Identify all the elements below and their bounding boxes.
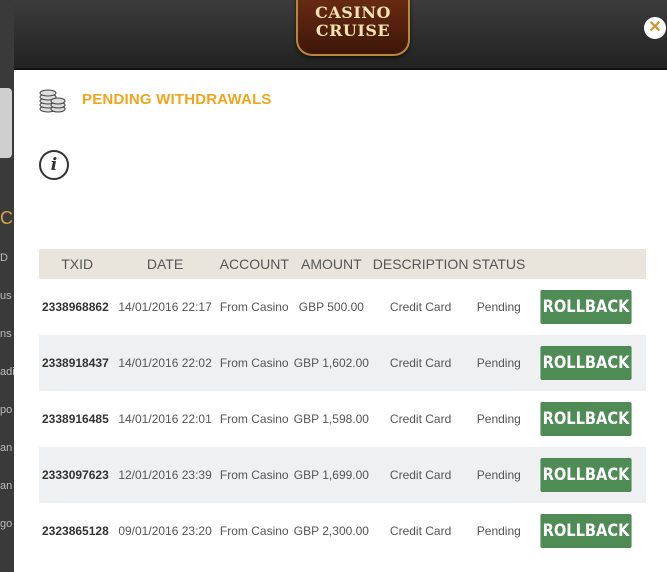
- background-fragment: go: [0, 518, 13, 530]
- withdrawals-modal: PENDING WITHDRAWALS i TXID DATE ACCOUNT …: [14, 70, 667, 572]
- background-page-strip: CO D us ns adi po an an go: [0, 0, 14, 572]
- txid-cell: 2338968862: [42, 300, 109, 314]
- info-icon[interactable]: i: [39, 150, 69, 180]
- action-cell: ROLLBACK: [525, 335, 646, 391]
- table-header-row: TXID DATE ACCOUNT AMOUNT DESCRIPTION STA…: [39, 249, 646, 279]
- background-fragment: CO: [0, 208, 14, 228]
- withdrawals-table: TXID DATE ACCOUNT AMOUNT DESCRIPTION STA…: [39, 249, 646, 559]
- status-cell: Pending: [476, 524, 521, 538]
- background-fragment: an: [0, 480, 13, 492]
- logo-text-line1: CASINO: [315, 3, 391, 22]
- background-fragment: po: [0, 404, 13, 416]
- status-cell: Pending: [476, 412, 521, 426]
- action-cell: ROLLBACK: [525, 447, 646, 503]
- account-cell: From Casino: [219, 300, 289, 314]
- amount-cell: GBP 2,300.00: [293, 524, 369, 538]
- date-cell: 14/01/2016 22:02: [118, 356, 212, 370]
- date-cell: 09/01/2016 23:20: [118, 524, 212, 538]
- logo-text-line2: CRUISE: [315, 21, 391, 40]
- rollback-button[interactable]: ROLLBACK: [540, 346, 632, 380]
- date-cell: 14/01/2016 22:17: [118, 300, 212, 314]
- account-cell: From Casino: [219, 412, 289, 426]
- amount-cell: GBP 500.00: [298, 300, 364, 314]
- status-cell: Pending: [476, 468, 521, 482]
- table-row: 2338918437 14/01/2016 22:02 From Casino …: [39, 335, 646, 391]
- action-cell: ROLLBACK: [525, 279, 646, 335]
- modal-header: CASINO CRUISE ✕: [14, 0, 667, 70]
- txid-cell: 2338918437: [42, 356, 109, 370]
- column-header-date: DATE: [146, 256, 184, 272]
- txid-cell: 2323865128: [42, 524, 109, 538]
- table-row: 2338968862 14/01/2016 22:17 From Casino …: [39, 279, 646, 335]
- account-cell: From Casino: [219, 356, 289, 370]
- account-cell: From Casino: [219, 468, 289, 482]
- action-cell: ROLLBACK: [525, 391, 646, 447]
- status-cell: Pending: [476, 300, 521, 314]
- column-header-description: DESCRIPTION: [372, 256, 469, 272]
- txid-cell: 2333097623: [42, 468, 109, 482]
- description-cell: Credit Card: [389, 524, 452, 538]
- table-row: 2323865128 09/01/2016 23:20 From Casino …: [39, 503, 646, 559]
- rollback-button[interactable]: ROLLBACK: [540, 290, 632, 324]
- rollback-button[interactable]: ROLLBACK: [540, 514, 632, 548]
- background-fragment: us: [0, 290, 12, 302]
- coins-icon: [39, 89, 66, 113]
- amount-cell: GBP 1,602.00: [293, 356, 369, 370]
- date-cell: 14/01/2016 22:01: [118, 412, 212, 426]
- amount-cell: GBP 1,699.00: [293, 468, 369, 482]
- description-cell: Credit Card: [389, 300, 452, 314]
- description-cell: Credit Card: [389, 356, 452, 370]
- background-icon: [0, 88, 12, 158]
- background-fragment: D: [0, 252, 8, 264]
- column-header-amount: AMOUNT: [301, 256, 362, 272]
- background-fragment: an: [0, 442, 13, 454]
- background-fragment: adi: [0, 366, 14, 378]
- action-cell: ROLLBACK: [525, 503, 646, 559]
- page-title: PENDING WITHDRAWALS: [82, 91, 272, 108]
- table-row: 2338916485 14/01/2016 22:01 From Casino …: [39, 391, 646, 447]
- rollback-button[interactable]: ROLLBACK: [540, 402, 632, 436]
- column-header-action: [525, 249, 646, 279]
- table-row: 2333097623 12/01/2016 23:39 From Casino …: [39, 447, 646, 503]
- background-fragment: ns: [0, 328, 12, 340]
- date-cell: 12/01/2016 23:39: [118, 468, 212, 482]
- txid-cell: 2338916485: [42, 412, 109, 426]
- close-button[interactable]: ✕: [644, 17, 666, 39]
- rollback-button[interactable]: ROLLBACK: [540, 458, 632, 492]
- description-cell: Credit Card: [389, 412, 452, 426]
- column-header-status: STATUS: [472, 256, 526, 272]
- description-cell: Credit Card: [389, 468, 452, 482]
- casino-cruise-logo: CASINO CRUISE: [296, 0, 410, 56]
- amount-cell: GBP 1,598.00: [293, 412, 369, 426]
- column-header-account: ACCOUNT: [219, 256, 289, 272]
- column-header-txid: TXID: [61, 256, 94, 272]
- status-cell: Pending: [476, 356, 521, 370]
- account-cell: From Casino: [219, 524, 289, 538]
